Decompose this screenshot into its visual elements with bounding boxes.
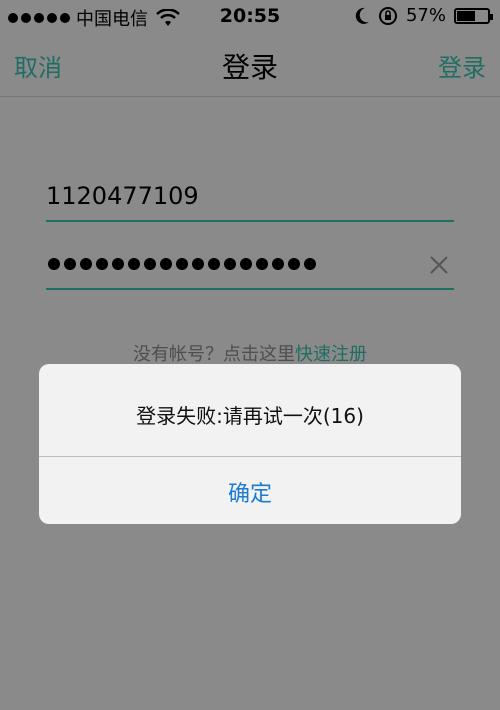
status-bar: 中国电信 20:55 57% [0, 0, 500, 34]
alert-message: 登录失败:请再试一次(16) [136, 404, 364, 428]
status-right: 57% [354, 5, 493, 26]
battery-percent: 57% [405, 5, 446, 26]
moon-icon [355, 7, 369, 24]
password-mask-dot [64, 258, 76, 270]
alert-divider [39, 456, 461, 457]
username-value: 1120477109 [46, 182, 199, 210]
close-icon[interactable] [428, 254, 450, 276]
page-title: 登录 [221, 51, 278, 84]
password-mask-dot [240, 258, 252, 270]
password-mask [48, 258, 316, 270]
password-mask-dot [288, 258, 300, 270]
password-mask-dot [208, 258, 220, 270]
password-mask-dot [256, 258, 268, 270]
register-prompt-text: 没有帐号？点击这里 [133, 344, 295, 365]
password-mask-dot [80, 258, 92, 270]
confirm-button[interactable]: 确定 [39, 476, 461, 508]
password-mask-dot [112, 258, 124, 270]
battery-icon [454, 7, 493, 24]
nav-bar: 取消 登录 登录 [0, 34, 500, 97]
register-prompt: 没有帐号？点击这里快速注册 [0, 340, 500, 366]
battery-fill [457, 10, 475, 21]
login-button[interactable]: 登录 [438, 48, 486, 83]
login-screen: 中国电信 20:55 57% 取消 登录 登录 1120477109 没有帐号？… [0, 0, 500, 710]
password-mask-dot [96, 258, 108, 270]
password-mask-dot [160, 258, 172, 270]
password-field[interactable] [46, 248, 454, 290]
password-mask-dot [224, 258, 236, 270]
username-field[interactable]: 1120477109 [46, 180, 454, 222]
password-mask-dot [192, 258, 204, 270]
password-mask-dot [304, 258, 316, 270]
password-mask-dot [176, 258, 188, 270]
password-mask-dot [272, 258, 284, 270]
rotation-lock-icon [378, 6, 397, 25]
error-alert: 登录失败:请再试一次(16) 确定 [39, 364, 461, 524]
password-mask-dot [144, 258, 156, 270]
password-mask-dot [128, 258, 140, 270]
password-mask-dot [48, 258, 60, 270]
quick-register-link[interactable]: 快速注册 [295, 344, 367, 365]
